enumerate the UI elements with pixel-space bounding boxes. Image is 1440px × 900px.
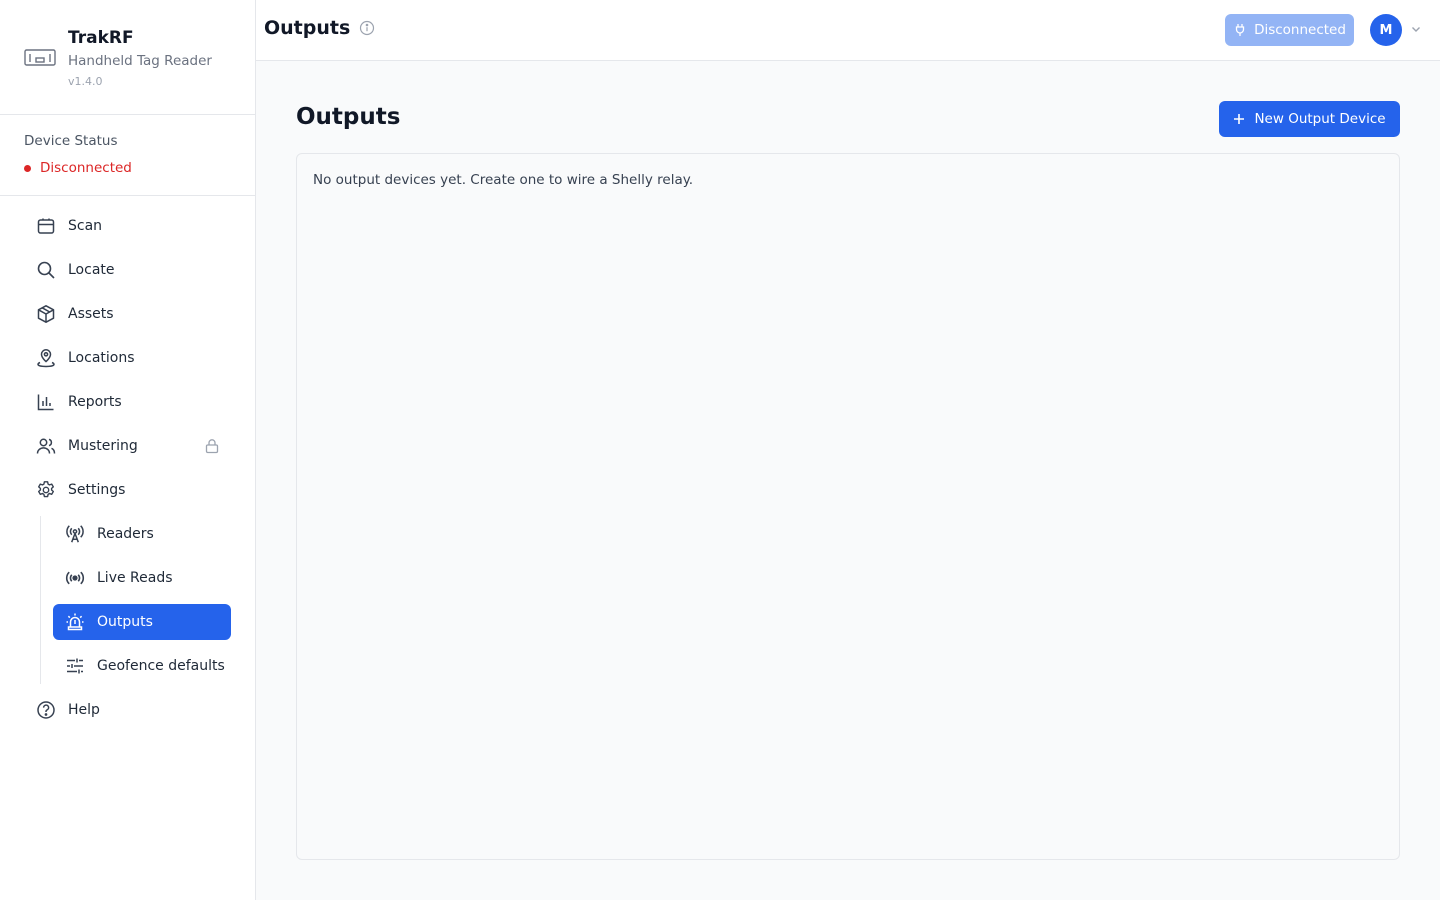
antenna-icon xyxy=(65,524,85,544)
sidebar: TrakRF Handheld Tag Reader v1.4.0 Device… xyxy=(0,0,256,900)
location-pin-icon xyxy=(36,348,56,368)
sidebar-nav: Scan Locate Assets Locations Reports Mus… xyxy=(0,208,255,736)
device-status-value: Disconnected xyxy=(24,160,132,176)
sidebar-item-locations[interactable]: Locations xyxy=(24,340,231,376)
top-header: Outputs Disconnected M xyxy=(256,0,1440,61)
avatar[interactable]: M xyxy=(1370,14,1402,46)
chevron-down-icon[interactable] xyxy=(1410,23,1422,35)
sidebar-item-label: Help xyxy=(68,702,100,718)
device-status-title: Device Status xyxy=(24,133,118,149)
cube-icon xyxy=(36,304,56,324)
sidebar-item-label: Readers xyxy=(97,526,154,542)
sidebar-item-label: Scan xyxy=(68,218,103,234)
reader-device-logo-icon xyxy=(24,49,56,66)
sidebar-subitem-readers[interactable]: Readers xyxy=(53,516,231,552)
sidebar-item-label: Reports xyxy=(68,394,122,410)
help-circle-icon xyxy=(36,700,56,720)
sidebar-subitem-outputs[interactable]: Outputs xyxy=(53,604,231,640)
plug-icon xyxy=(1235,24,1245,36)
app-name: TrakRF xyxy=(68,28,134,48)
submenu-divider xyxy=(40,516,41,684)
bar-chart-icon xyxy=(36,392,56,412)
sidebar-item-label: Locate xyxy=(68,262,115,278)
sidebar-item-label: Live Reads xyxy=(97,570,173,586)
search-icon xyxy=(36,260,56,280)
sidebar-item-label: Mustering xyxy=(68,438,138,454)
sidebar-item-locate[interactable]: Locate xyxy=(24,252,231,288)
device-status-text: Disconnected xyxy=(40,160,132,176)
users-icon xyxy=(36,436,56,456)
new-output-device-label: New Output Device xyxy=(1254,111,1386,127)
sidebar-item-assets[interactable]: Assets xyxy=(24,296,231,332)
outputs-panel: No output devices yet. Create one to wir… xyxy=(296,153,1400,860)
connection-button[interactable]: Disconnected xyxy=(1225,14,1354,46)
connection-button-label: Disconnected xyxy=(1254,22,1346,38)
sidebar-subitem-geofence-defaults[interactable]: Geofence defaults xyxy=(53,648,231,684)
sidebar-item-settings[interactable]: Settings xyxy=(24,472,231,508)
sidebar-item-label: Settings xyxy=(68,482,126,498)
sidebar-subitem-live-reads[interactable]: Live Reads xyxy=(53,560,231,596)
sidebar-item-scan[interactable]: Scan xyxy=(24,208,231,244)
sidebar-item-label: Geofence defaults xyxy=(97,658,225,674)
section-title: Outputs xyxy=(296,104,401,130)
app-version: v1.4.0 xyxy=(68,75,103,88)
sidebar-item-label: Locations xyxy=(68,350,135,366)
sliders-icon xyxy=(65,656,85,676)
siren-icon xyxy=(65,612,85,632)
gear-icon xyxy=(36,480,56,500)
sidebar-item-help[interactable]: Help xyxy=(24,692,231,728)
scan-box-icon xyxy=(36,216,56,236)
info-icon[interactable] xyxy=(359,20,375,36)
app-subtitle: Handheld Tag Reader xyxy=(68,53,212,69)
sidebar-item-label: Assets xyxy=(68,306,114,322)
sidebar-item-reports[interactable]: Reports xyxy=(24,384,231,420)
empty-state-message: No output devices yet. Create one to wir… xyxy=(313,172,694,188)
status-dot-icon xyxy=(24,164,31,172)
header-title-group: Outputs xyxy=(264,17,375,39)
page-title: Outputs xyxy=(264,17,351,39)
broadcast-icon xyxy=(65,568,85,588)
plus-icon xyxy=(1234,114,1245,124)
new-output-device-button[interactable]: New Output Device xyxy=(1219,101,1400,137)
sidebar-item-label: Outputs xyxy=(97,614,153,630)
lock-icon xyxy=(205,439,219,454)
device-status-section: Device Status Disconnected xyxy=(0,115,255,196)
settings-submenu: Readers Live Reads Outputs Geofence defa… xyxy=(0,516,255,684)
sidebar-item-mustering[interactable]: Mustering xyxy=(24,428,231,464)
brand-header: TrakRF Handheld Tag Reader v1.4.0 xyxy=(0,0,255,115)
